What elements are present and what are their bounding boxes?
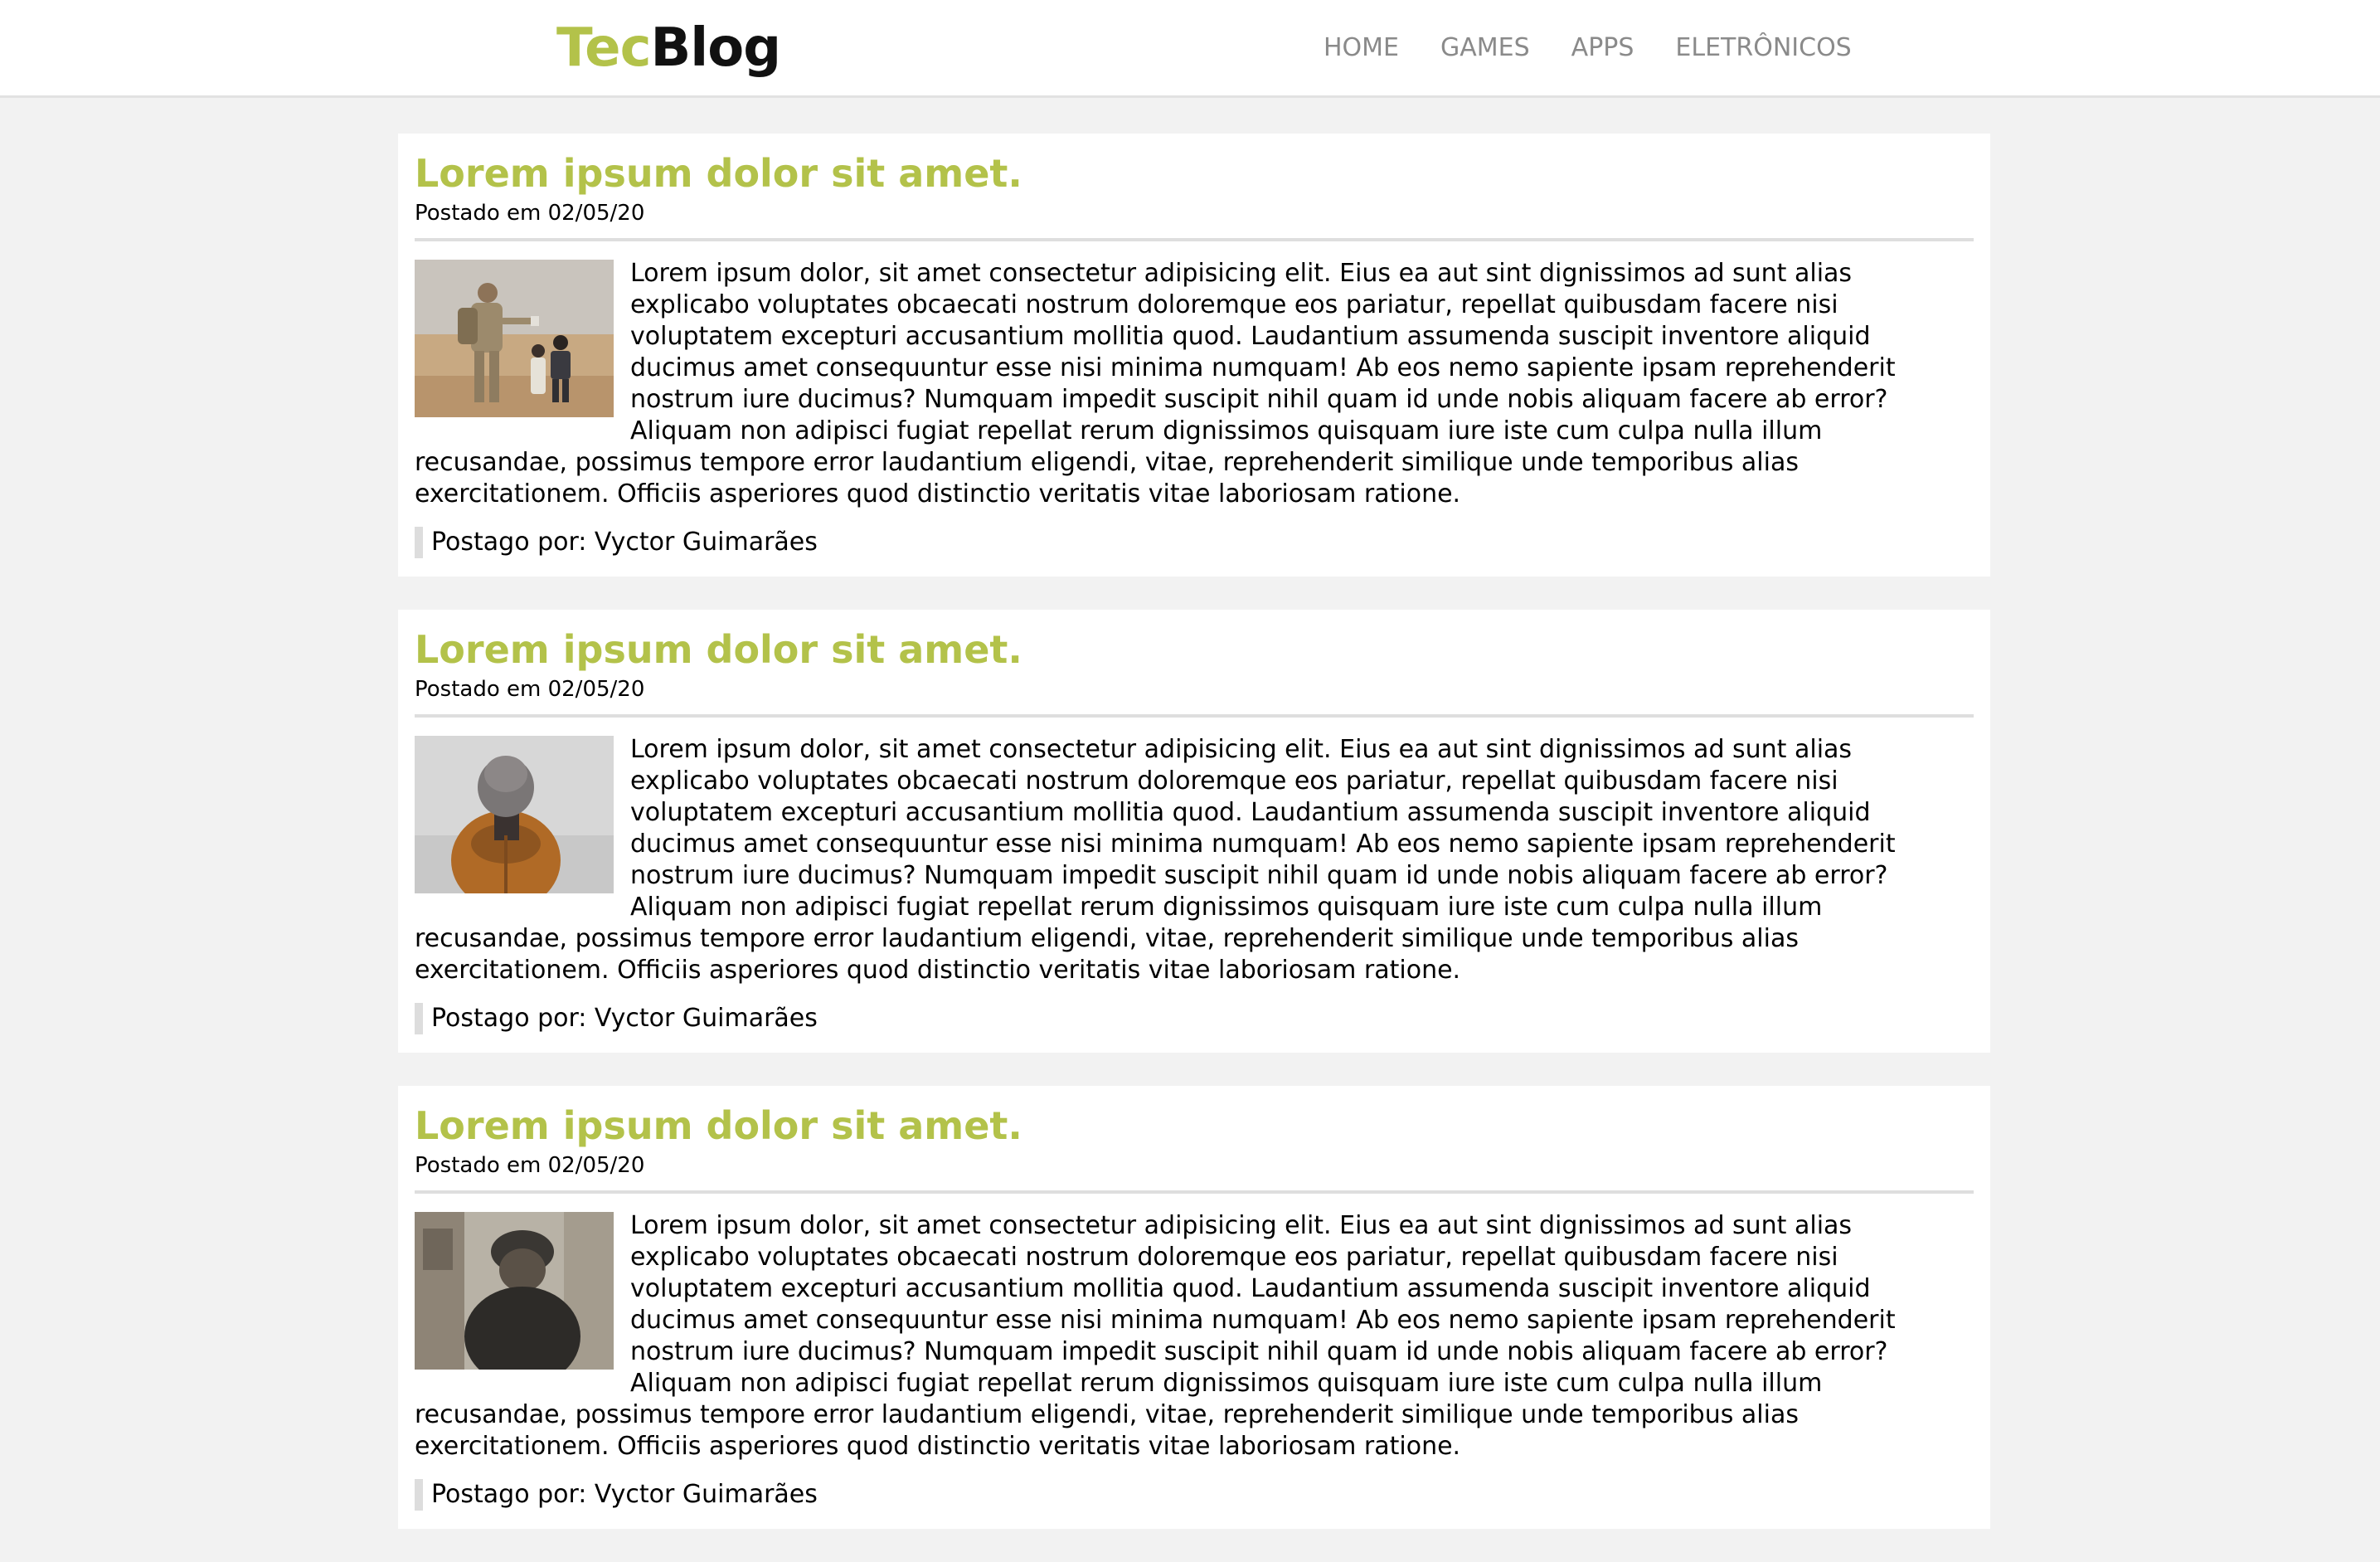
post-divider bbox=[415, 1190, 1974, 1194]
logo-blog: Blog bbox=[650, 17, 781, 79]
post-thumbnail bbox=[415, 260, 614, 417]
post-body: Lorem ipsum dolor, sit amet consectetur … bbox=[415, 258, 1974, 510]
site-header: TecBlog HOME GAMES APPS ELETRÔNICOS bbox=[0, 0, 2380, 98]
post-text: Lorem ipsum dolor, sit amet consectetur … bbox=[415, 1211, 1896, 1461]
site-logo[interactable]: TecBlog bbox=[556, 17, 781, 80]
post-divider bbox=[415, 238, 1974, 241]
nav-eletronicos[interactable]: ELETRÔNICOS bbox=[1675, 30, 1851, 66]
post-text: Lorem ipsum dolor, sit amet consectetur … bbox=[415, 259, 1896, 509]
post-author: Postago por: Vyctor Guimarães bbox=[415, 1003, 1974, 1034]
logo-tec: Tec bbox=[556, 17, 651, 79]
nav-home[interactable]: HOME bbox=[1324, 30, 1399, 66]
post-divider bbox=[415, 714, 1974, 718]
post-title[interactable]: Lorem ipsum dolor sit amet. bbox=[415, 150, 1974, 197]
post-title[interactable]: Lorem ipsum dolor sit amet. bbox=[415, 626, 1974, 673]
nav-games[interactable]: GAMES bbox=[1440, 30, 1530, 66]
post-date: Postado em 02/05/20 bbox=[415, 1153, 645, 1178]
nav-apps[interactable]: APPS bbox=[1571, 30, 1634, 66]
post-card: Lorem ipsum dolor sit amet. Postado em 0… bbox=[398, 134, 1990, 577]
post-card: Lorem ipsum dolor sit amet. Postado em 0… bbox=[398, 1086, 1990, 1529]
post-list: Lorem ipsum dolor sit amet. Postado em 0… bbox=[398, 134, 1990, 1562]
post-card: Lorem ipsum dolor sit amet. Postado em 0… bbox=[398, 610, 1990, 1053]
post-author: Postago por: Vyctor Guimarães bbox=[415, 527, 1974, 558]
post-author: Postago por: Vyctor Guimarães bbox=[415, 1479, 1974, 1511]
post-title[interactable]: Lorem ipsum dolor sit amet. bbox=[415, 1102, 1974, 1149]
post-body: Lorem ipsum dolor, sit amet consectetur … bbox=[415, 734, 1974, 986]
main-nav: HOME GAMES APPS ELETRÔNICOS bbox=[1324, 30, 1852, 66]
post-date: Postado em 02/05/20 bbox=[415, 677, 645, 702]
post-text: Lorem ipsum dolor, sit amet consectetur … bbox=[415, 735, 1896, 985]
post-thumbnail bbox=[415, 1212, 614, 1370]
post-date: Postado em 02/05/20 bbox=[415, 201, 645, 226]
post-body: Lorem ipsum dolor, sit amet consectetur … bbox=[415, 1210, 1974, 1462]
post-thumbnail bbox=[415, 736, 614, 893]
